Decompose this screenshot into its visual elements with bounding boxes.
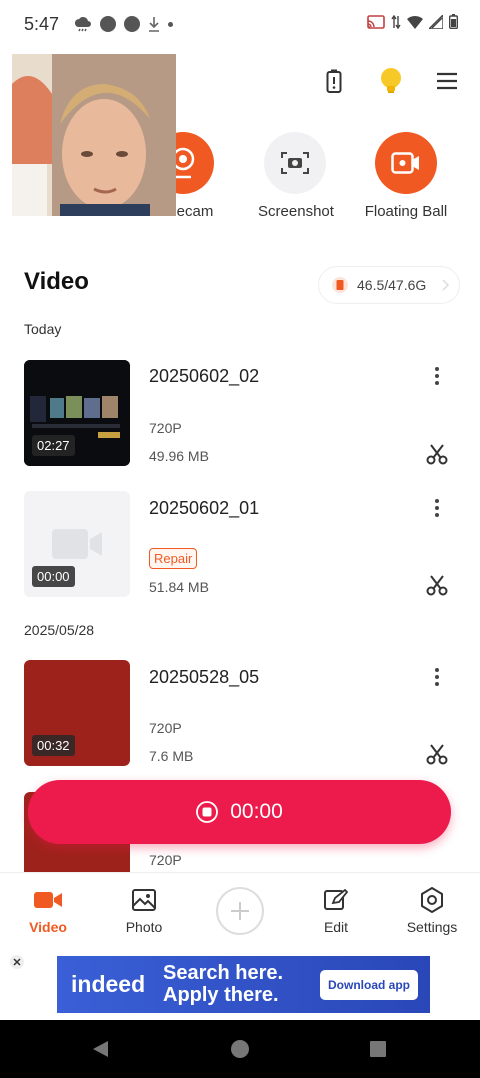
date-group-label: Today: [24, 321, 62, 337]
record-button[interactable]: 00:00: [28, 780, 451, 844]
add-button[interactable]: [216, 887, 264, 935]
facecam-image: [12, 54, 176, 216]
record-icon: [391, 152, 419, 174]
bottom-navigation: Video Photo Edit Settings: [0, 872, 480, 948]
video-name[interactable]: 20250528_05: [149, 667, 259, 688]
storage-indicator[interactable]: 46.5/47.6G: [318, 266, 460, 304]
video-duration: 02:27: [32, 435, 75, 456]
ad-cta-button[interactable]: Download app: [320, 970, 418, 1000]
more-options-button[interactable]: [425, 665, 449, 689]
video-thumbnail[interactable]: 02:27: [24, 360, 130, 466]
video-resolution: 720P: [149, 420, 182, 436]
nav-edit[interactable]: Edit: [296, 887, 376, 935]
settings-icon: [421, 887, 443, 913]
video-size: 7.6 MB: [149, 748, 194, 764]
notification-icon: [100, 16, 116, 32]
repair-badge[interactable]: Repair: [149, 548, 198, 569]
trim-scissors-icon[interactable]: [426, 574, 448, 596]
menu-button[interactable]: [432, 66, 462, 96]
nav-settings-label: Settings: [406, 919, 458, 935]
recents-icon[interactable]: [369, 1040, 387, 1058]
notification-icon: [124, 16, 140, 32]
wifi-icon: [407, 15, 423, 29]
status-system-icons: [367, 14, 458, 29]
video-duration: 00:00: [32, 566, 75, 587]
signal-icon: [429, 14, 443, 29]
ad-headline-line2: Apply there.: [163, 984, 279, 1006]
image-icon: [132, 889, 156, 911]
ad-headline-line1: Search here.: [163, 962, 284, 984]
chevron-right-icon: [442, 279, 450, 291]
battery-alert-icon: [326, 69, 342, 93]
video-duration: 00:32: [32, 735, 75, 756]
tips-button[interactable]: [376, 66, 406, 96]
stop-record-icon: [196, 801, 219, 823]
edit-icon: [324, 889, 348, 910]
close-icon: [13, 958, 21, 966]
lightbulb-icon: [381, 68, 401, 93]
weather-icon: [74, 16, 91, 32]
hamburger-menu-icon: [437, 72, 457, 90]
back-icon[interactable]: [92, 1040, 110, 1058]
screenshot-button[interactable]: [264, 132, 326, 194]
more-options-button[interactable]: [425, 496, 449, 520]
video-size: 51.84 MB: [149, 579, 209, 595]
download-icon: [149, 17, 159, 32]
ad-headline: Search here. Apply there.: [163, 962, 283, 1006]
data-transfer-icon: [391, 14, 401, 29]
video-name[interactable]: 20250602_02: [149, 366, 259, 387]
battery-icon: [449, 14, 458, 29]
video-camera-icon: [34, 892, 62, 908]
screenshot-label: Screenshot: [258, 203, 334, 220]
date-group-label: 2025/05/28: [24, 622, 95, 638]
storage-text: 46.5/47.6G: [357, 277, 427, 293]
system-navigation-bar: [0, 1020, 480, 1078]
camera-icon: [281, 152, 309, 174]
video-size: 49.96 MB: [149, 448, 209, 464]
battery-optimize-button[interactable]: [319, 66, 349, 96]
ad-banner[interactable]: indeed Search here. Apply there. Downloa…: [57, 956, 430, 1013]
video-placeholder-icon: [52, 529, 102, 559]
video-name[interactable]: 20250602_01: [149, 498, 259, 519]
more-options-button[interactable]: [425, 364, 449, 388]
plus-icon: [231, 902, 249, 920]
nav-video-label: Video: [29, 919, 67, 935]
video-resolution: 720P: [149, 720, 182, 736]
trim-scissors-icon[interactable]: [426, 443, 448, 465]
nav-video[interactable]: Video: [8, 887, 88, 935]
more-notifications-icon: [168, 21, 173, 27]
video-resolution: 720P: [149, 852, 182, 868]
status-time: 5:47: [24, 14, 60, 34]
video-thumbnail[interactable]: 00:00: [24, 491, 130, 597]
floating-ball-label: Floating Ball: [364, 203, 448, 220]
page-title: Video: [24, 268, 89, 295]
facecam-preview[interactable]: [12, 54, 176, 216]
nav-edit-label: Edit: [323, 919, 349, 935]
ad-brand-logo: indeed: [71, 971, 146, 997]
floating-ball-button[interactable]: [375, 132, 437, 194]
record-timer: 00:00: [230, 800, 283, 823]
trim-scissors-icon[interactable]: [426, 743, 448, 765]
status-notification-icons: [74, 16, 173, 32]
nav-photo-label: Photo: [125, 919, 163, 935]
storage-icon: [332, 277, 348, 293]
nav-photo[interactable]: Photo: [104, 887, 184, 935]
video-thumbnail[interactable]: 00:32: [24, 660, 130, 766]
nav-settings[interactable]: Settings: [392, 887, 472, 935]
home-icon[interactable]: [230, 1039, 250, 1059]
ad-close-button[interactable]: [10, 955, 24, 969]
cast-icon: [367, 14, 385, 29]
